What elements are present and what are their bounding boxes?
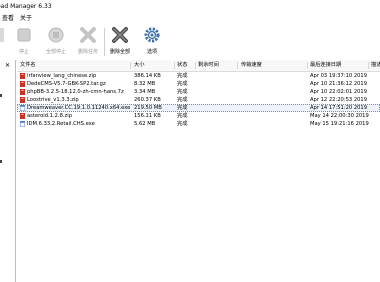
menu-view[interactable]: 查看 (2, 13, 14, 24)
close-icon[interactable]: ✕ (5, 62, 10, 69)
table-row[interactable]: asteroid.1.2.8.zip 156.11 KB 完成 May 14 2… (17, 112, 380, 120)
sidebar-tree-marker (0, 94, 2, 97)
file-size: 8.32 MB (134, 81, 156, 87)
stop-all-icon (48, 27, 64, 43)
file-size: 156.11 KB (134, 113, 161, 119)
file-date: May 15 19:21:16 2019 (310, 121, 369, 127)
column-divider[interactable] (174, 62, 175, 69)
archive-file-icon (20, 81, 25, 87)
archive-file-icon (20, 113, 25, 119)
delete-all-icon (112, 27, 128, 43)
file-name: Dreamweaver.CC.19.1.0.11240.x64.exe (27, 105, 131, 111)
file-name: DedeCMS-V5.7-GBK-SP2.tar.gz (27, 81, 106, 87)
program-file-icon (20, 105, 25, 111)
file-status: 完成 (177, 81, 188, 87)
file-status: 完成 (177, 89, 188, 95)
column-header-size[interactable]: 大小 (134, 60, 144, 71)
file-date: Apr 12 22:20:53 2019 (310, 97, 368, 103)
file-status: 完成 (177, 97, 188, 103)
file-size: 3.34 MB (134, 89, 156, 95)
file-status: 完成 (177, 113, 188, 119)
file-status: 完成 (177, 121, 188, 127)
stop-button[interactable]: 停止 (10, 26, 38, 58)
options-icon (144, 27, 160, 43)
stop-all-button[interactable]: 全部停止 (42, 26, 70, 58)
category-sidebar: ✕ (0, 60, 16, 282)
download-list: 文件名 大小 状态 剩余时间 传输速度 最后连接日期 描述 irfanview_… (17, 60, 380, 282)
delete-task-button[interactable]: 删除任务 (74, 26, 102, 58)
delete-task-label: 删除任务 (77, 49, 98, 55)
file-name: asteroid.1.2.8.zip (27, 113, 72, 119)
column-header-speed[interactable]: 传输速度 (241, 60, 262, 71)
table-row[interactable]: Dreamweaver.CC.19.1.0.11240.x64.exe 219.… (17, 104, 380, 112)
file-date: May 14 22:00:30 2019 (310, 113, 369, 119)
file-status: 完成 (177, 105, 188, 111)
sidebar-tree-marker (0, 160, 2, 163)
table-row[interactable]: IDM.6.33.2.Retail.CHS.exe 5.62 MB 完成 May… (17, 120, 380, 128)
file-name: Loostrive_v1.3.3.zip (27, 97, 79, 103)
stop-all-label: 全部停止 (45, 49, 66, 55)
column-divider[interactable] (130, 62, 131, 69)
file-size: 5.62 MB (134, 121, 156, 127)
file-name: phpBB-3.2.5-18.12.0-zh-cmn-hans.7z (27, 89, 124, 95)
column-divider[interactable] (368, 62, 369, 69)
delete-all-button[interactable]: 删除全部 (106, 26, 134, 58)
file-size: 386.14 KB (134, 73, 161, 79)
stop-label: 停止 (18, 49, 29, 55)
options-label: 选项 (146, 49, 157, 55)
table-row[interactable]: irfanview_lang_chinese.zip 386.14 KB 完成 … (17, 72, 380, 80)
menu-about[interactable]: 关于 (20, 13, 32, 24)
menu-bar: 查看 关于 (0, 13, 380, 24)
file-date: Apr 10 21:36:12 2019 (310, 81, 368, 87)
file-name: irfanview_lang_chinese.zip (27, 73, 97, 79)
column-header-time-left[interactable]: 剩余时间 (198, 60, 219, 71)
partial-toolbar-icon (0, 28, 4, 42)
file-date: Apr 03 19:37:10 2019 (310, 73, 368, 79)
stop-icon (17, 28, 31, 42)
list-header: 文件名 大小 状态 剩余时间 传输速度 最后连接日期 描述 (17, 60, 380, 72)
column-header-description[interactable]: 描述 (371, 60, 380, 71)
table-row[interactable]: phpBB-3.2.5-18.12.0-zh-cmn-hans.7z 3.34 … (17, 88, 380, 96)
options-button[interactable]: 选项 (138, 26, 166, 58)
column-divider[interactable] (237, 62, 238, 69)
window-title: oad Manager 6.33 (0, 3, 52, 10)
archive-file-icon (20, 97, 25, 103)
column-header-last-try[interactable]: 最后连接日期 (310, 60, 341, 71)
column-divider[interactable] (195, 62, 196, 69)
archive-file-icon (20, 73, 25, 79)
file-name: IDM.6.33.2.Retail.CHS.exe (27, 121, 95, 127)
delete-all-label: 删除全部 (109, 49, 130, 55)
file-size: 260.37 KB (134, 97, 161, 103)
column-divider[interactable] (307, 62, 308, 69)
delete-task-icon (80, 27, 96, 43)
table-row[interactable]: DedeCMS-V5.7-GBK-SP2.tar.gz 8.32 MB 完成 A… (17, 80, 380, 88)
archive-file-icon (20, 89, 25, 95)
file-date: Apr 14 17:51:20 2019 (310, 105, 368, 111)
column-header-name[interactable]: 文件名 (20, 60, 36, 71)
column-header-status[interactable]: 状态 (177, 60, 187, 71)
file-status: 完成 (177, 73, 188, 79)
table-row[interactable]: Loostrive_v1.3.3.zip 260.37 KB 完成 Apr 12… (17, 96, 380, 104)
file-size: 219.50 MB (134, 105, 162, 111)
program-file-icon (20, 121, 25, 127)
file-date: Apr 10 22:02:01 2019 (310, 89, 368, 95)
toolbar: 停止 全部停止 删除任务 删除全部 选项 (0, 24, 380, 61)
title-bar: oad Manager 6.33 (0, 0, 380, 13)
